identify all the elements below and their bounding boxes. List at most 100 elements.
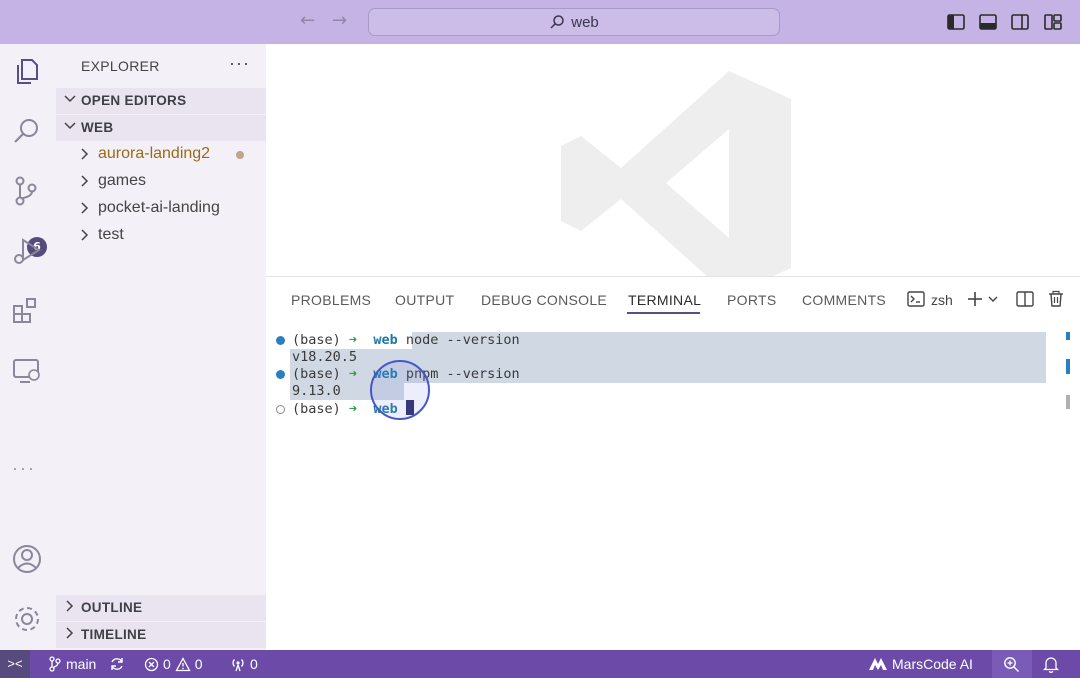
command-success-dot-icon[interactable] [276, 370, 285, 379]
folder-pocket-ai-landing[interactable]: pocket-ai-landing [56, 196, 266, 222]
problems-indicator[interactable]: 0 0 [144, 655, 203, 673]
marscode-label: MarsCode AI [892, 656, 973, 672]
command-success-dot-icon[interactable] [276, 336, 285, 345]
sidebar-more-actions[interactable]: ··· [229, 53, 250, 74]
warning-icon [175, 656, 191, 671]
section-outline[interactable]: OUTLINE [56, 595, 266, 621]
command-center-text: web [571, 13, 599, 31]
modified-indicator-icon [236, 151, 244, 159]
tab-comments[interactable]: COMMENTS [802, 292, 886, 308]
split-terminal-icon[interactable] [1016, 290, 1034, 308]
bottom-panel: PROBLEMS OUTPUT DEBUG CONSOLE TERMINAL P… [266, 276, 1080, 650]
prompt-arrow: ➜ [348, 401, 358, 417]
search-icon[interactable] [10, 114, 44, 148]
run-debug-icon[interactable] [10, 234, 44, 268]
section-open-editors[interactable]: OPEN EDITORS [56, 88, 266, 114]
activity-bar: 6 ··· [0, 44, 56, 650]
branch-indicator[interactable]: main [48, 655, 96, 673]
broadcast-icon [232, 659, 244, 672]
tab-problems[interactable]: PROBLEMS [291, 292, 371, 308]
chevron-right-icon [66, 627, 74, 639]
ports-count: 0 [250, 656, 258, 672]
tab-output[interactable]: OUTPUT [395, 292, 454, 308]
manage-gear-icon[interactable] [10, 602, 44, 636]
command-center-search[interactable]: web [368, 8, 780, 36]
title-bar: ← → web [0, 0, 1080, 44]
marscode-ai-button[interactable]: MarsCode AI [868, 655, 973, 673]
folder-aurora-landing2[interactable]: aurora-landing2 [56, 142, 266, 168]
vscode-logo-watermark-icon [561, 71, 791, 296]
click-highlight-circle [370, 360, 430, 420]
terminal-shell-icon[interactable] [907, 290, 925, 308]
bell-icon [1043, 656, 1059, 673]
chevron-down-icon [64, 95, 76, 103]
prompt-dir: web [373, 332, 398, 348]
prompt-arrow: ➜ [348, 332, 358, 348]
scroll-marker [1066, 332, 1070, 340]
tab-debug-console[interactable]: DEBUG CONSOLE [481, 292, 607, 308]
explorer-icon[interactable] [10, 54, 44, 88]
extensions-icon[interactable] [10, 294, 44, 328]
git-branch-icon [49, 656, 61, 672]
error-count: 0 [163, 656, 171, 672]
folder-test[interactable]: test [56, 223, 266, 249]
toggle-primary-sidebar-icon[interactable] [946, 12, 966, 32]
terminal-view[interactable]: (base) ➜ web node --version v18.20.5 (ba… [266, 329, 1080, 449]
folder-label: aurora-landing2 [98, 145, 211, 162]
section-label: OUTLINE [81, 600, 143, 615]
chevron-right-icon [81, 148, 89, 160]
command-pending-dot-icon [276, 405, 285, 414]
folder-label: games [98, 172, 147, 189]
section-label: WEB [81, 120, 114, 135]
prompt-prefix: (base) [292, 366, 349, 382]
terminal-line-output: 9.13.0 [292, 383, 341, 399]
tab-ports[interactable]: PORTS [727, 292, 776, 308]
notifications-button[interactable] [1043, 655, 1059, 673]
prompt-arrow: ➜ [348, 366, 358, 382]
section-workspace-web[interactable]: WEB [56, 115, 266, 141]
kill-terminal-trash-icon[interactable] [1047, 290, 1065, 308]
more-views-icon[interactable]: ··· [12, 458, 36, 479]
chevron-right-icon [81, 229, 89, 241]
section-timeline[interactable]: TIMELINE [56, 622, 266, 648]
arrow-right-icon[interactable]: → [332, 11, 347, 31]
branch-name: main [66, 656, 97, 672]
sync-button[interactable] [109, 655, 125, 673]
tab-terminal[interactable]: TERMINAL [628, 292, 701, 308]
terminal-line-prompt: (base) ➜ web node --version [292, 332, 520, 349]
customize-layout-icon[interactable] [1043, 12, 1063, 32]
sync-icon [111, 658, 123, 670]
chevron-right-icon [66, 600, 74, 612]
explorer-sidebar: EXPLORER ··· OPEN EDITORS WEB aurora-lan… [56, 44, 266, 650]
editor-area [266, 44, 1080, 296]
error-icon [144, 657, 159, 671]
sidebar-title: EXPLORER [81, 58, 160, 74]
status-bar: >< main 0 0 0 MarsCode AI [0, 650, 1080, 678]
zoom-button[interactable] [1003, 655, 1020, 673]
arrow-left-icon[interactable]: ← [300, 11, 315, 31]
active-tab-indicator [627, 312, 700, 314]
new-terminal-plus-icon[interactable] [966, 290, 984, 308]
toggle-secondary-sidebar-icon[interactable] [1010, 12, 1030, 32]
terminal-dropdown-chevron-icon[interactable] [987, 290, 999, 308]
chevron-right-icon [81, 175, 89, 187]
remote-indicator[interactable]: >< [0, 650, 30, 678]
marscode-logo-icon [869, 658, 887, 670]
prompt-prefix: (base) [292, 401, 349, 417]
warning-count: 0 [194, 656, 203, 672]
folder-games[interactable]: games [56, 169, 266, 195]
terminal-shell-name[interactable]: zsh [931, 292, 953, 308]
toggle-panel-icon[interactable] [978, 12, 998, 32]
accounts-icon[interactable] [10, 542, 44, 576]
folder-label: pocket-ai-landing [98, 199, 220, 216]
folder-label: test [98, 226, 124, 243]
terminal-line-output: v18.20.5 [292, 349, 358, 365]
command-text: node --version [405, 332, 520, 348]
prompt-prefix: (base) [292, 332, 349, 348]
scroll-marker [1066, 395, 1070, 409]
remote-explorer-icon[interactable] [10, 354, 44, 388]
chevron-down-icon [64, 122, 76, 130]
source-control-icon[interactable] [10, 174, 44, 208]
section-label: TIMELINE [81, 627, 147, 642]
ports-indicator[interactable]: 0 [230, 655, 258, 673]
